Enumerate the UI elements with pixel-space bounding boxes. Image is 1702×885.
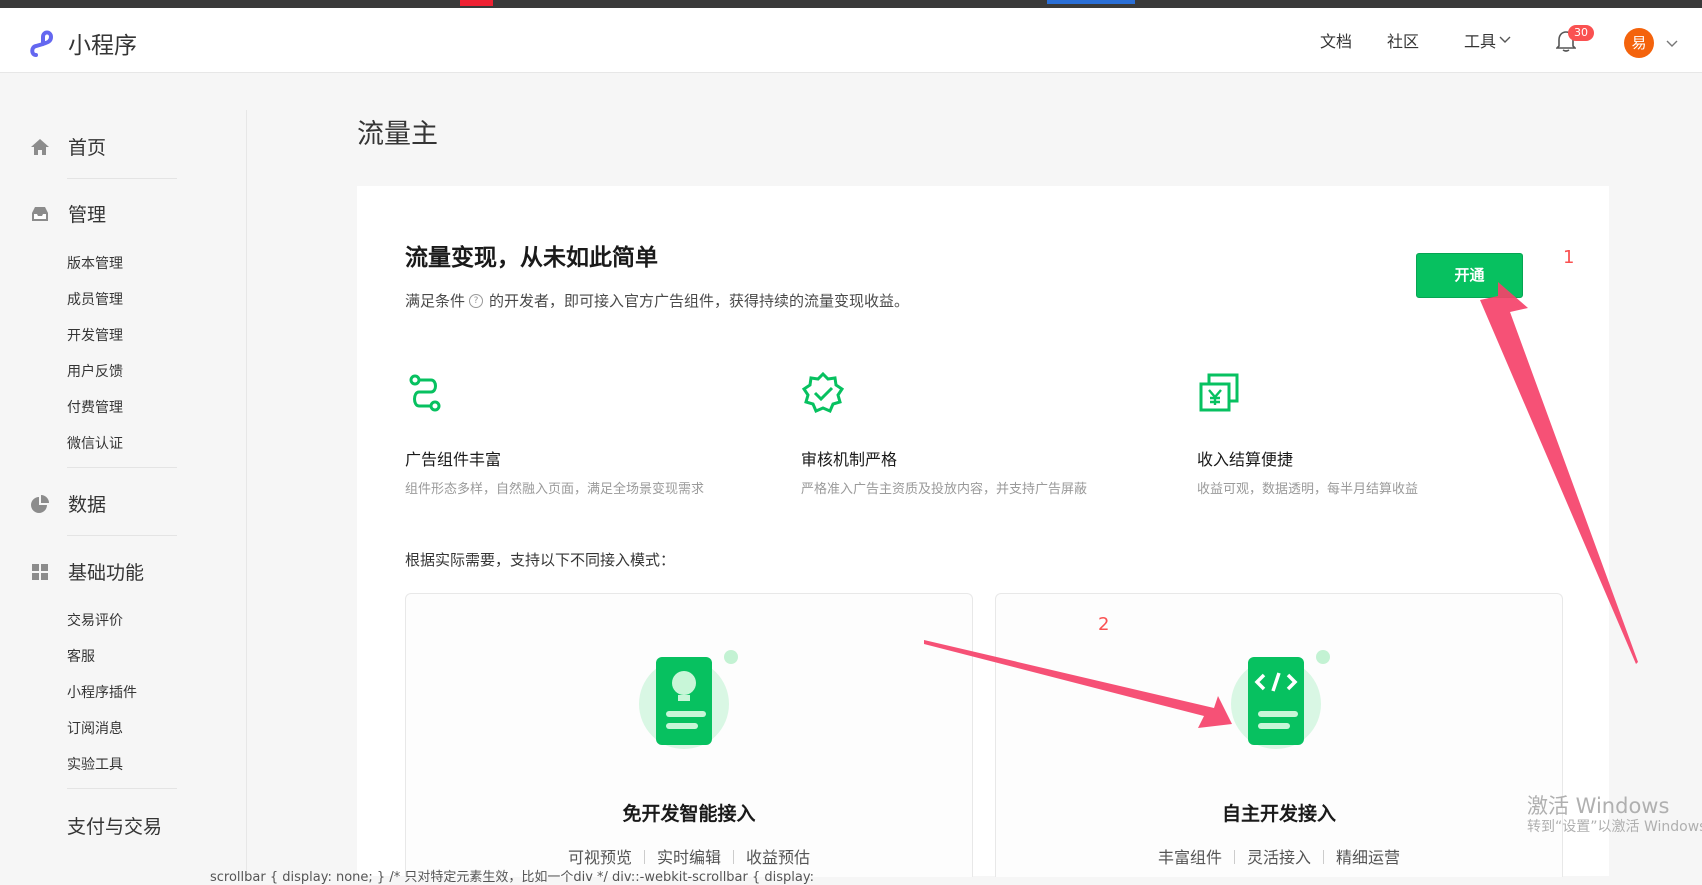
mode-tag: 实时编辑 [656, 848, 721, 867]
main-card: 流量变现，从未如此简单 满足条件 ? 的开发者，即可接入官方广告组件，获得持续的… [357, 186, 1609, 877]
page-title: 流量主 [357, 119, 438, 150]
sidebar-item-label: 首页 [68, 137, 107, 159]
grid-icon [32, 563, 48, 580]
miniprogram-logo-icon [30, 30, 54, 57]
home-icon [31, 138, 49, 155]
feature-item: 广告组件丰富 组件形态多样，自然融入页面，满足全场景变现需求 [405, 372, 704, 497]
modes-label: 根据实际需要，支持以下不同接入模式： [405, 551, 676, 569]
logo[interactable]: 小程序 [30, 26, 137, 60]
logo-text: 小程序 [68, 33, 137, 59]
annotation-number-2: 2 [1098, 614, 1110, 635]
feature-item: 审核机制严格 严格准入广告主资质及投放内容，并支持广告屏蔽 [801, 371, 1088, 497]
mode-tags: 可视预览 实时编辑 收益预估 [406, 844, 972, 868]
mode-tags: 丰富组件 灵活接入 精细运营 [996, 844, 1562, 868]
sidebar-item-certification[interactable]: 微信认证 [67, 433, 123, 453]
sidebar-item-subscribe[interactable]: 订阅消息 [67, 718, 123, 738]
divider [67, 788, 177, 789]
sidebar-item-label: 数据 [68, 494, 107, 516]
chevron-down-icon[interactable] [1666, 40, 1678, 48]
sidebar-item-experiment[interactable]: 实验工具 [67, 754, 123, 774]
sidebar-item-dev[interactable]: 开发管理 [67, 325, 123, 345]
sidebar-item-basic[interactable]: 基础功能 [30, 558, 144, 585]
sidebar-item-label: 支付与交易 [67, 816, 163, 838]
route-icon [409, 374, 441, 412]
mode-title: 免开发智能接入 [622, 803, 756, 825]
feature-title: 审核机制严格 [801, 450, 898, 469]
feature-desc: 严格准入广告主资质及投放内容，并支持广告屏蔽 [801, 482, 1088, 497]
mode-tag: 收益预估 [746, 848, 811, 867]
chevron-down-icon [1499, 36, 1511, 43]
divider [67, 178, 177, 179]
sidebar-item-manage[interactable]: 管理 [30, 200, 106, 227]
sidebar-item-plugins[interactable]: 小程序插件 [67, 682, 137, 702]
windows-watermark-subtitle: 转到“设置”以激活 Windows [1527, 819, 1702, 835]
code-card-icon [1231, 650, 1330, 749]
sidebar-item-service[interactable]: 客服 [67, 646, 95, 666]
feature-desc: 收益可观，数据透明，每半月结算收益 [1197, 482, 1419, 497]
pie-chart-icon [31, 494, 49, 513]
nav-community[interactable]: 社区 [1387, 8, 1419, 72]
sidebar-item-label: 基础功能 [68, 562, 145, 584]
description: 满足条件 ? 的开发者，即可接入官方广告组件，获得持续的流量变现收益。 [405, 290, 909, 311]
sidebar-item-version[interactable]: 版本管理 [67, 253, 123, 273]
headline: 流量变现，从未如此简单 [405, 245, 658, 271]
inbox-icon [32, 206, 48, 221]
mode-tag: 丰富组件 [1157, 848, 1222, 867]
mode-title: 自主开发接入 [1221, 803, 1336, 825]
sidebar-item-payment[interactable]: 付费管理 [67, 397, 123, 417]
sidebar-item-members[interactable]: 成员管理 [67, 289, 123, 309]
feature-item: 收入结算便捷 收益可观，数据透明，每半月结算收益 [1197, 372, 1418, 497]
mode-card-nocode[interactable]: 免开发智能接入 可视预览 实时编辑 收益预估 [405, 593, 973, 877]
divider [67, 467, 177, 468]
sidebar-item-pay[interactable]: 支付与交易 [67, 812, 162, 839]
annotation-number-1: 1 [1563, 247, 1575, 268]
feature-title: 广告组件丰富 [405, 450, 502, 469]
lightbulb-card-icon [639, 650, 738, 749]
mode-tag: 灵活接入 [1246, 848, 1311, 867]
yen-cards-icon [1199, 373, 1239, 412]
open-button[interactable]: 开通 [1416, 253, 1523, 298]
mode-card-selfdev[interactable]: 自主开发接入 丰富组件 灵活接入 精细运营 [995, 593, 1563, 877]
sidebar-divider [246, 110, 247, 876]
nav-docs[interactable]: 文档 [1320, 8, 1352, 72]
help-icon[interactable]: ? [469, 293, 484, 308]
sidebar-item-reviews[interactable]: 交易评价 [67, 610, 123, 630]
sidebar-item-label: 管理 [68, 204, 107, 226]
avatar[interactable]: 易 [1624, 28, 1654, 58]
mode-tag: 精细运营 [1336, 848, 1401, 867]
divider [67, 535, 177, 536]
browser-top-strip [0, 0, 1702, 8]
nav-tools-label: 工具 [1464, 32, 1497, 51]
sidebar-item-home[interactable]: 首页 [30, 133, 106, 160]
feature-desc: 组件形态多样，自然融入页面，满足全场景变现需求 [405, 482, 705, 497]
desc-rest: 的开发者，即可接入官方广告组件，获得持续的流量变现收益。 [489, 292, 910, 310]
verified-badge-icon [801, 371, 845, 413]
top-header: 小程序 文档 社区 工具 30 易 [0, 8, 1702, 73]
sidebar-item-data[interactable]: 数据 [30, 490, 106, 517]
feature-title: 收入结算便捷 [1197, 450, 1294, 469]
sidebar-item-feedback[interactable]: 用户反馈 [67, 361, 123, 381]
mode-tag: 可视预览 [567, 848, 632, 867]
nav-tools[interactable]: 工具 [1464, 8, 1511, 72]
notification-badge: 30 [1568, 25, 1594, 41]
desc-conditions: 满足条件 [405, 292, 466, 310]
